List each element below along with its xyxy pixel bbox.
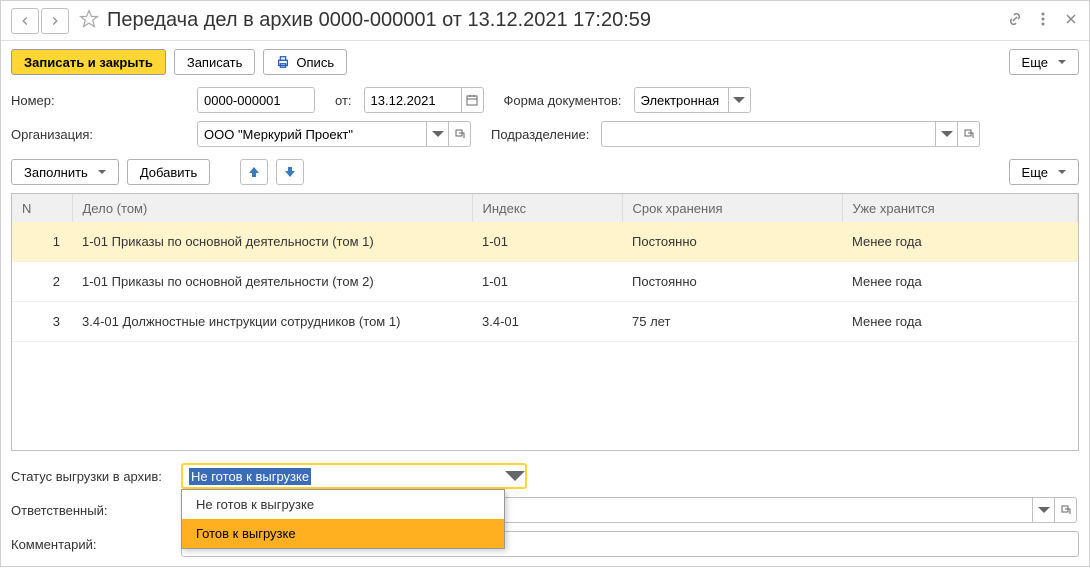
- doc-form-label: Форма документов:: [504, 93, 622, 108]
- table-cell: 75 лет: [622, 302, 842, 342]
- print-icon: [276, 55, 290, 69]
- number-input[interactable]: [197, 87, 315, 113]
- table-cell: 1: [12, 222, 72, 262]
- table-cell: 3: [12, 302, 72, 342]
- add-button[interactable]: Добавить: [127, 159, 210, 185]
- nav-forward-button[interactable]: [41, 8, 69, 34]
- table-cell: 1-01 Приказы по основной деятельности (т…: [72, 222, 472, 262]
- dropdown-icon[interactable]: [729, 87, 751, 113]
- close-icon[interactable]: [1063, 11, 1079, 30]
- table-toolbar: Заполнить Добавить Еще: [1, 151, 1089, 193]
- responsible-label: Ответственный:: [11, 503, 181, 518]
- comment-label: Комментарий:: [11, 537, 181, 552]
- table-header[interactable]: Индекс: [472, 194, 622, 222]
- inventory-button[interactable]: Опись: [263, 49, 347, 75]
- table-cell: 1-01: [472, 262, 622, 302]
- favorite-star-icon[interactable]: [79, 9, 99, 32]
- table-cell: Менее года: [842, 222, 1078, 262]
- table-header[interactable]: Срок хранения: [622, 194, 842, 222]
- status-label: Статус выгрузки в архив:: [11, 469, 181, 484]
- table-more-button[interactable]: Еще: [1009, 159, 1079, 185]
- table-row[interactable]: 33.4-01 Должностные инструкции сотрудник…: [12, 302, 1078, 342]
- dept-input[interactable]: [601, 121, 936, 147]
- save-button[interactable]: Записать: [174, 49, 256, 75]
- dept-label: Подразделение:: [491, 127, 589, 142]
- open-icon[interactable]: [1055, 497, 1077, 523]
- save-close-button[interactable]: Записать и закрыть: [11, 49, 166, 75]
- nav-back-button[interactable]: [11, 8, 39, 34]
- status-input[interactable]: Не готов к выгрузке: [181, 463, 505, 489]
- table-row[interactable]: 21-01 Приказы по основной деятельности (…: [12, 262, 1078, 302]
- window-title: Передача дел в архив 0000-000001 от 13.1…: [107, 9, 1007, 32]
- kebab-menu-icon[interactable]: [1035, 11, 1051, 30]
- org-label: Организация:: [11, 127, 189, 142]
- table-cell: Постоянно: [622, 222, 842, 262]
- link-icon[interactable]: [1007, 11, 1023, 30]
- form-row-org: Организация: Подразделение:: [1, 117, 1089, 151]
- dropdown-option[interactable]: Не готов к выгрузке: [182, 490, 504, 519]
- open-icon[interactable]: [449, 121, 471, 147]
- bottom-form: Статус выгрузки в архив: Не готов к выгр…: [1, 451, 1089, 569]
- table-cell: 1-01: [472, 222, 622, 262]
- table-cell: Менее года: [842, 302, 1078, 342]
- table-cell: 1-01 Приказы по основной деятельности (т…: [72, 262, 472, 302]
- fill-button[interactable]: Заполнить: [11, 159, 119, 185]
- more-button[interactable]: Еще: [1009, 49, 1079, 75]
- table-header[interactable]: Уже хранится: [842, 194, 1078, 222]
- window-header: Передача дел в архив 0000-000001 от 13.1…: [1, 1, 1089, 41]
- org-input[interactable]: [197, 121, 427, 147]
- cases-table[interactable]: NДело (том)ИндексСрок храненияУже хранит…: [11, 193, 1079, 451]
- open-icon[interactable]: [958, 121, 980, 147]
- status-dropdown-button[interactable]: [505, 463, 527, 489]
- table-header[interactable]: Дело (том): [72, 194, 472, 222]
- table-row[interactable]: 11-01 Приказы по основной деятельности (…: [12, 222, 1078, 262]
- table-cell: 3.4-01 Должностные инструкции сотруднико…: [72, 302, 472, 342]
- calendar-icon[interactable]: [462, 87, 484, 113]
- doc-form-input[interactable]: [634, 87, 729, 113]
- status-dropdown[interactable]: Не готов к выгрузкеГотов к выгрузке: [181, 489, 505, 549]
- table-cell: Менее года: [842, 262, 1078, 302]
- number-label: Номер:: [11, 93, 189, 108]
- form-row-number: Номер: от: Форма документов:: [1, 83, 1089, 117]
- table-cell: 3.4-01: [472, 302, 622, 342]
- dropdown-icon[interactable]: [427, 121, 449, 147]
- dropdown-option[interactable]: Готов к выгрузке: [182, 519, 504, 548]
- move-down-button[interactable]: [276, 159, 304, 185]
- table-cell: 2: [12, 262, 72, 302]
- dropdown-icon[interactable]: [1033, 497, 1055, 523]
- table-header[interactable]: N: [12, 194, 72, 222]
- date-input[interactable]: [364, 87, 462, 113]
- move-up-button[interactable]: [240, 159, 268, 185]
- dropdown-icon[interactable]: [936, 121, 958, 147]
- main-toolbar: Записать и закрыть Записать Опись Еще: [1, 41, 1089, 83]
- from-label: от:: [335, 93, 352, 108]
- table-cell: Постоянно: [622, 262, 842, 302]
